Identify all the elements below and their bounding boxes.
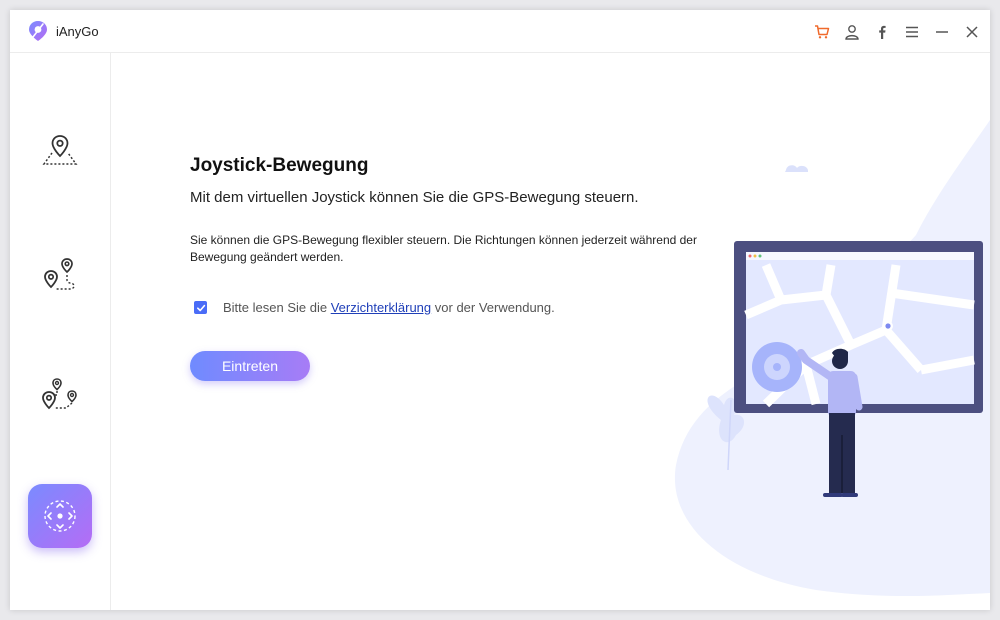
cart-button[interactable]: [811, 21, 833, 43]
teleport-location-icon: [42, 135, 78, 165]
main-panel: Joystick-Bewegung Mit dem virtuellen Joy…: [111, 53, 990, 610]
sidebar-item-multi-spot[interactable]: [34, 369, 86, 421]
joystick-icon: [44, 500, 76, 532]
account-button[interactable]: [841, 21, 863, 43]
checkmark-icon: [196, 304, 205, 311]
close-button[interactable]: [961, 21, 983, 43]
menu-button[interactable]: [901, 21, 923, 43]
facebook-icon: [879, 25, 886, 39]
facebook-button[interactable]: [871, 21, 893, 43]
enter-button[interactable]: Eintreten: [190, 351, 310, 381]
sidebar-item-two-spot[interactable]: [34, 250, 86, 302]
cart-icon: [815, 25, 830, 39]
multi-spot-route-icon: [42, 378, 77, 410]
app-window: iAnyGo Joystick-Bewegung Mit dem virtuel…: [10, 10, 990, 610]
sidebar: [10, 53, 111, 610]
consent-suffix: vor der Verwendung.: [434, 300, 555, 315]
page-subtitle: Mit dem virtuellen Joystick können Sie d…: [190, 189, 639, 206]
page-title: Joystick-Bewegung: [190, 155, 369, 176]
sidebar-item-joystick[interactable]: [28, 484, 92, 548]
minimize-button[interactable]: [931, 21, 953, 43]
close-icon: [966, 26, 978, 38]
consent-checkbox[interactable]: [194, 301, 207, 314]
two-spot-route-icon: [44, 258, 75, 290]
page-description: Sie können die GPS-Bewegung flexibler st…: [190, 233, 697, 264]
app-logo-icon: [29, 21, 47, 41]
consent-prefix: Bitte lesen Sie die: [223, 300, 328, 315]
sidebar-item-teleport[interactable]: [34, 126, 86, 178]
title-bar: iAnyGo: [10, 10, 990, 53]
disclaimer-link[interactable]: Verzichterklärung: [331, 300, 431, 315]
consent-row: Bitte lesen Sie die Verzichterklärung vo…: [194, 300, 555, 315]
user-icon: [845, 25, 859, 40]
joystick-illustration: [674, 120, 990, 597]
menu-icon: [906, 26, 918, 38]
app-title: iAnyGo: [56, 24, 99, 39]
minimize-icon: [936, 31, 948, 33]
